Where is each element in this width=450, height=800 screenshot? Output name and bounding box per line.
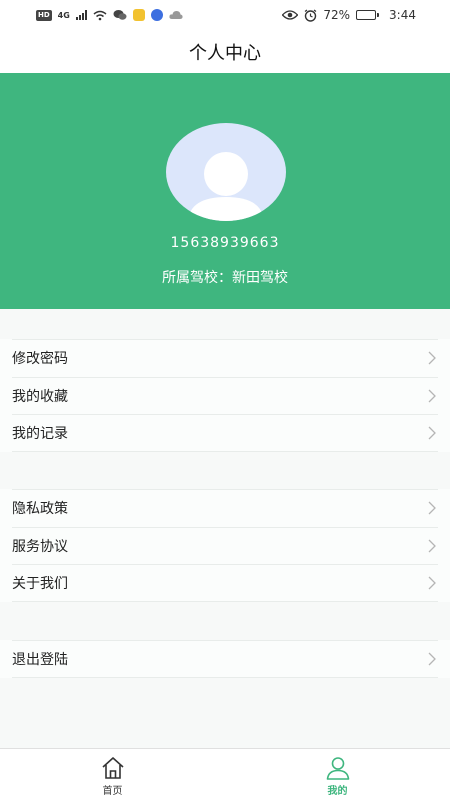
menu-item-change-password[interactable]: 修改密码 <box>12 339 438 377</box>
menu-item-label: 服务协议 <box>12 538 68 555</box>
menu-item-favorites[interactable]: 我的收藏 <box>12 376 438 415</box>
chevron-right-icon <box>428 501 436 515</box>
menu-item-label: 我的记录 <box>12 425 68 442</box>
chevron-right-icon <box>428 389 436 403</box>
default-user-icon <box>188 152 264 221</box>
menu-item-label: 关于我们 <box>12 575 68 592</box>
menu-item-privacy-policy[interactable]: 隐私政策 <box>12 489 438 527</box>
avatar[interactable] <box>166 123 286 221</box>
menu-group-account: 修改密码 我的收藏 我的记录 <box>0 339 450 452</box>
network-type: 4G <box>57 10 70 20</box>
battery-icon <box>356 10 380 20</box>
tab-label: 首页 <box>102 785 123 797</box>
menu-item-service-agreement[interactable]: 服务协议 <box>12 526 438 565</box>
page-header: 个人中心 <box>0 30 450 73</box>
menu-item-label: 隐私政策 <box>12 501 68 518</box>
menu-group-legal: 隐私政策 服务协议 关于我们 <box>0 489 450 602</box>
status-bar-left: HD 4G <box>36 9 183 21</box>
chevron-right-icon <box>428 539 436 553</box>
menu-item-about-us[interactable]: 关于我们 <box>12 564 438 602</box>
profile-banner: 15638939663 所属驾校：新田驾校 <box>0 73 450 309</box>
menu-group-session: 退出登陆 <box>0 640 450 678</box>
user-phone: 15638939663 <box>170 235 280 251</box>
chevron-right-icon <box>428 351 436 365</box>
cloud-icon <box>169 11 183 19</box>
tab-label: 我的 <box>327 785 348 797</box>
status-bar-right: 72% 3:44 <box>282 8 416 22</box>
battery-percent: 72% <box>323 8 351 22</box>
weibo-icon <box>132 9 145 21</box>
chevron-right-icon <box>428 426 436 440</box>
page-title: 个人中心 <box>189 42 261 64</box>
chevron-right-icon <box>428 652 436 666</box>
home-icon <box>101 756 124 779</box>
tab-home[interactable]: 首页 <box>0 749 225 800</box>
person-icon <box>326 756 349 780</box>
hd-badge: HD <box>36 9 52 21</box>
chevron-right-icon <box>428 576 436 590</box>
signal-icon <box>75 10 87 20</box>
app-notification-icon <box>150 9 163 21</box>
tab-mine[interactable]: 我的 <box>225 749 450 800</box>
menu-item-label: 修改密码 <box>12 351 68 368</box>
eye-icon <box>282 10 299 20</box>
menu-item-label: 退出登陆 <box>12 651 68 668</box>
wechat-icon <box>113 10 127 20</box>
user-driving-school: 所属驾校：新田驾校 <box>162 270 288 286</box>
menu-item-records[interactable]: 我的记录 <box>12 414 438 452</box>
bottom-tab-bar: 首页 我的 <box>0 748 450 800</box>
menu-item-label: 我的收藏 <box>12 388 68 405</box>
clock: 3:44 <box>389 8 416 22</box>
status-bar: HD 4G 72% 3:44 <box>0 0 450 30</box>
menu-item-logout[interactable]: 退出登陆 <box>12 640 438 678</box>
wifi-icon <box>93 10 107 20</box>
alarm-icon <box>305 9 317 22</box>
